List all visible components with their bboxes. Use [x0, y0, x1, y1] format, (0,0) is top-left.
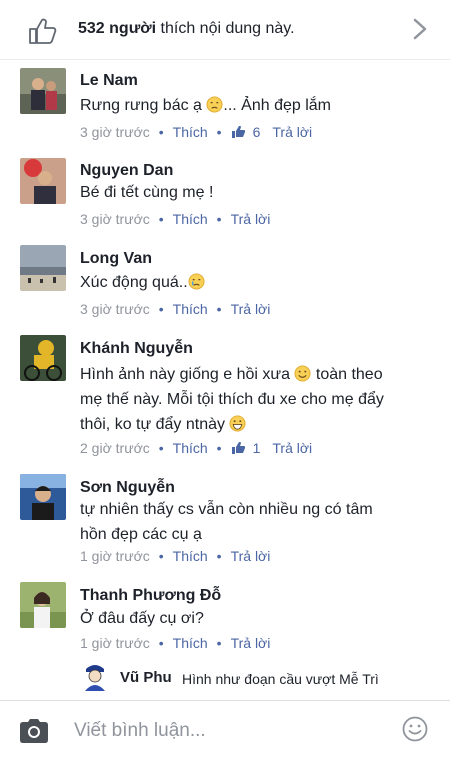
comment-time: 1 giờ trước	[80, 548, 150, 564]
likes-count-text: 532 người thích nội dung này.	[78, 20, 295, 38]
chevron-right-icon[interactable]	[412, 18, 428, 40]
likes-count: 532 người	[78, 20, 157, 37]
like-button[interactable]: Thích	[173, 211, 208, 227]
grin-face-icon	[229, 415, 246, 432]
smile-face-icon	[294, 365, 311, 382]
sad-face-icon	[206, 96, 223, 113]
like-count-icon	[231, 126, 245, 138]
avatar[interactable]	[20, 68, 66, 114]
comment-author[interactable]: Le Nam	[80, 72, 138, 90]
smiley-icon[interactable]	[402, 716, 428, 742]
comment-input[interactable]: Viết bình luận...	[74, 720, 206, 742]
comment-text: Hình ảnh này giống e hồi xưa toàn theo m…	[80, 365, 384, 433]
like-count[interactable]: 6	[253, 124, 261, 140]
comment-author[interactable]: Khánh Nguyễn	[80, 340, 193, 358]
comment-meta: 1 giờ trước • Thích • Trả lời	[80, 548, 271, 564]
comment-time: 3 giờ trước	[80, 124, 150, 140]
avatar[interactable]	[20, 245, 66, 291]
like-button[interactable]: Thích	[173, 301, 208, 317]
comment-meta: 3 giờ trước • Thích • Trả lời	[80, 301, 271, 317]
like-count[interactable]: 1	[253, 440, 261, 456]
comment-time: 1 giờ trước	[80, 635, 150, 651]
reply-button[interactable]: Trả lời	[231, 301, 271, 317]
comment-composer: Viết bình luận...	[0, 700, 450, 764]
like-count-icon	[231, 442, 245, 454]
comment-text: Xúc động quá..	[80, 270, 430, 295]
comment-meta: 3 giờ trước • Thích • Trả lời	[80, 211, 271, 227]
avatar[interactable]	[20, 582, 66, 628]
crying-face-icon	[188, 273, 205, 290]
comment-text: Ở đâu đấy cụ ơi?	[80, 610, 204, 627]
reply-button[interactable]: Trả lời	[272, 440, 312, 456]
comment-text: Rưng rưng bác ạ ... Ảnh đẹp lắm	[80, 96, 331, 114]
thumbs-up-icon	[29, 18, 57, 44]
comment-author[interactable]: Nguyen Dan	[80, 162, 173, 180]
avatar[interactable]	[20, 335, 66, 381]
comment-author[interactable]: Sơn Nguyễn	[80, 479, 175, 497]
like-button[interactable]: Thích	[173, 440, 208, 456]
reply-author[interactable]: Vũ Phu	[120, 669, 172, 686]
comment-text: tự nhiên thấy cs vẫn còn nhiều ng có tâm…	[80, 501, 373, 543]
like-button[interactable]: Thích	[173, 635, 208, 651]
comment-time: 3 giờ trước	[80, 301, 150, 317]
comment-author[interactable]: Long Van	[80, 250, 152, 268]
comment-meta: 1 giờ trước • Thích • Trả lời	[80, 635, 271, 651]
camera-icon[interactable]	[18, 717, 50, 745]
like-button[interactable]: Thích	[173, 548, 208, 564]
comment-meta: 2 giờ trước • Thích • 1 Trả lời	[80, 440, 313, 456]
likes-label: thích nội dung này.	[156, 20, 295, 37]
comment-meta: 3 giờ trước • Thích • 6 Trả lời	[80, 124, 313, 140]
avatar[interactable]	[20, 474, 66, 520]
reply-preview[interactable]: Vũ Phu Hình như đoạn cầu vượt Mễ Trì	[0, 658, 450, 698]
comment-text: Bé đi tết cùng mẹ !	[80, 184, 214, 201]
avatar[interactable]	[80, 661, 110, 693]
likes-summary-bar[interactable]: 532 người thích nội dung này.	[0, 0, 450, 60]
like-button[interactable]: Thích	[173, 124, 208, 140]
avatar[interactable]	[20, 158, 66, 204]
reply-button[interactable]: Trả lời	[272, 124, 312, 140]
reply-button[interactable]: Trả lời	[231, 548, 271, 564]
reply-text: Hình như đoạn cầu vượt Mễ Trì	[182, 671, 379, 687]
comment-time: 2 giờ trước	[80, 440, 150, 456]
reply-button[interactable]: Trả lời	[231, 211, 271, 227]
comment-time: 3 giờ trước	[80, 211, 150, 227]
reply-button[interactable]: Trả lời	[231, 635, 271, 651]
comment-author[interactable]: Thanh Phương Đỗ	[80, 587, 221, 605]
